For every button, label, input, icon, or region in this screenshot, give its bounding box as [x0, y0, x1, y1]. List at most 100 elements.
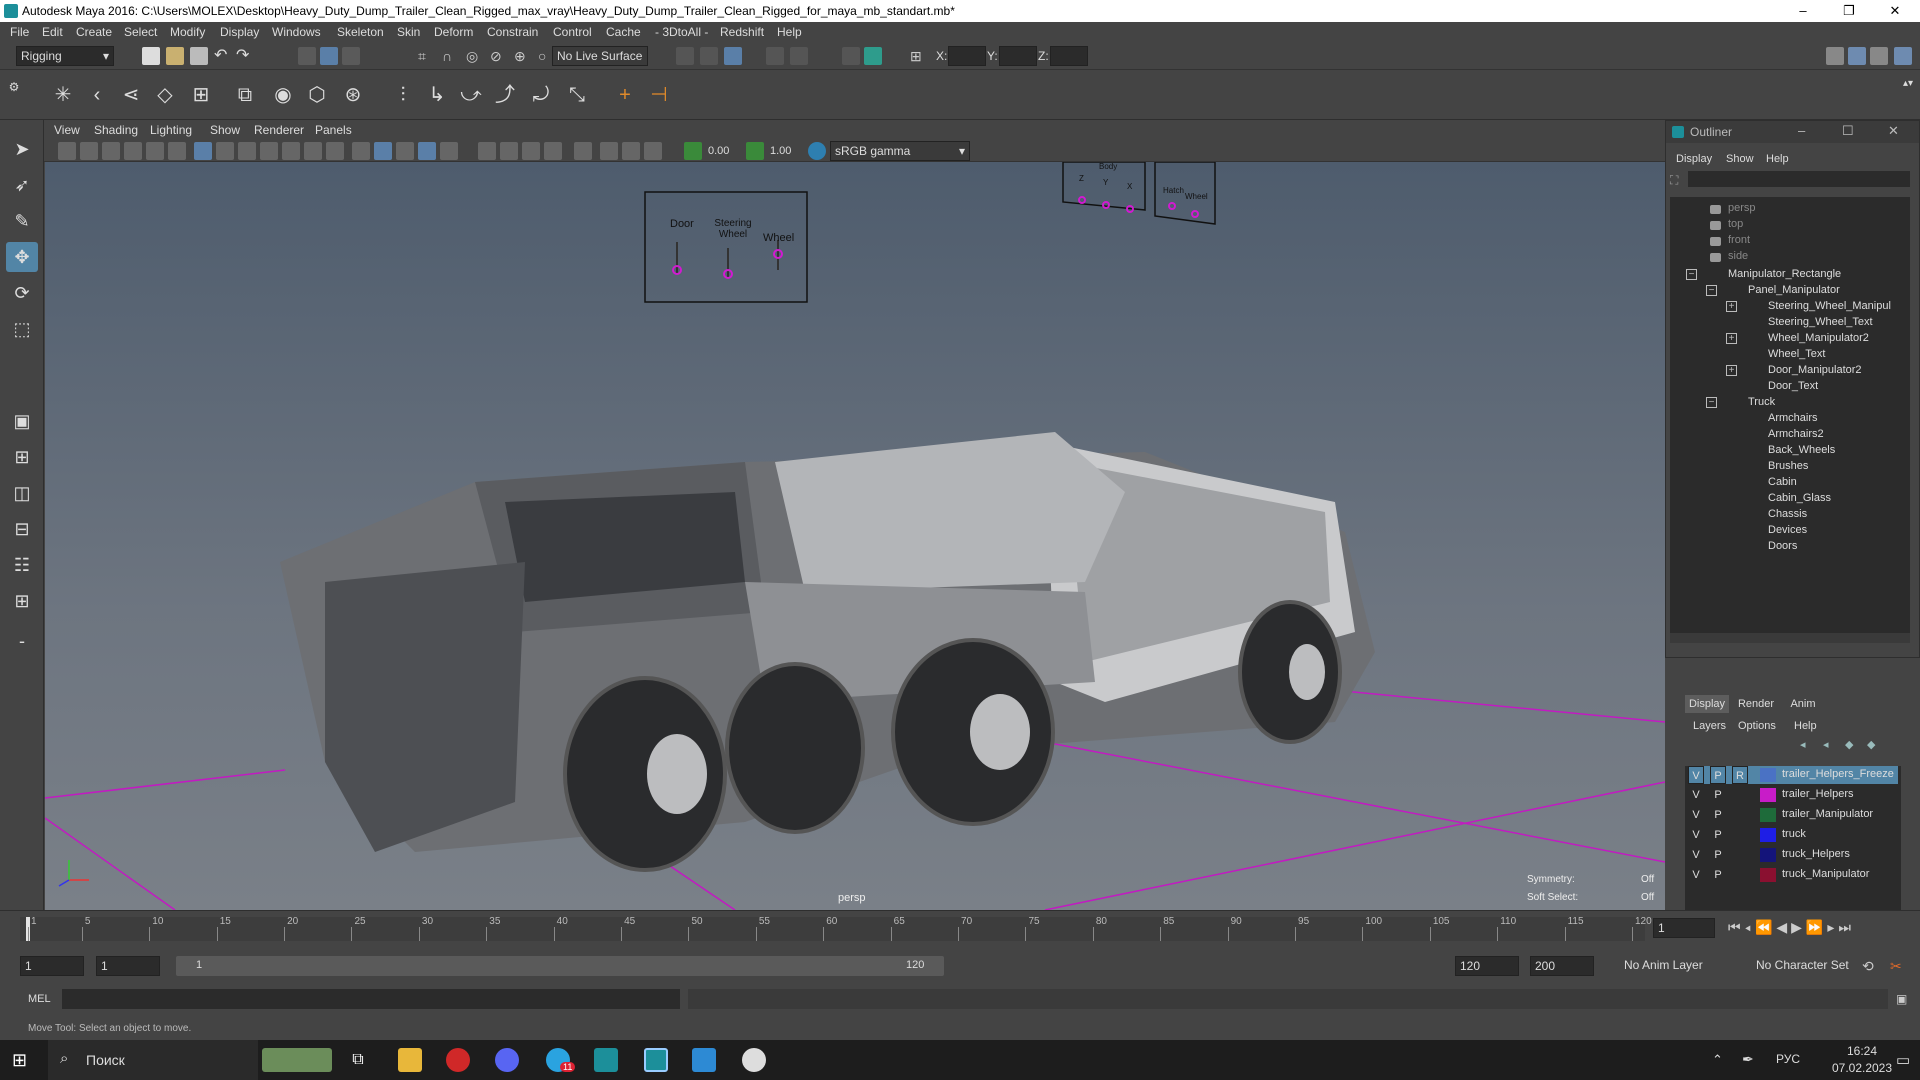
isolate-select-icon[interactable]: [574, 142, 592, 160]
layer-row[interactable]: V P truck_Manipulator: [1688, 866, 1898, 884]
collapse-icon[interactable]: −: [1706, 285, 1717, 296]
exposure-value[interactable]: 0.00: [708, 145, 729, 157]
tab-display[interactable]: Display: [1685, 695, 1729, 713]
cluster-icon[interactable]: ⊞: [186, 78, 216, 112]
snap-point-icon[interactable]: ◎: [466, 47, 484, 65]
snap-view-icon[interactable]: ⊘: [490, 47, 508, 65]
layer-color-swatch[interactable]: [1760, 768, 1776, 782]
layer-row[interactable]: V P trailer_Manipulator: [1688, 806, 1898, 824]
ik-handle-icon[interactable]: ‹: [82, 78, 112, 112]
discord-icon[interactable]: [495, 1048, 519, 1072]
character-set-dropdown[interactable]: No Character Set: [1752, 956, 1862, 976]
vp-menu-show[interactable]: Show: [210, 123, 240, 137]
point-constraint-icon[interactable]: ⤻: [456, 78, 486, 112]
hypershade-icon[interactable]: [790, 47, 808, 65]
z-field[interactable]: [1050, 46, 1088, 66]
aim-constraint-icon[interactable]: ⤴: [490, 78, 520, 112]
layer-name[interactable]: trailer_Manipulator: [1782, 808, 1873, 820]
outliner-close-button[interactable]: ✕: [1888, 123, 1899, 139]
orient-constraint-icon[interactable]: ⤾: [526, 78, 556, 112]
gate-mask-icon[interactable]: [260, 142, 278, 160]
gamma-value[interactable]: 1.00: [770, 145, 791, 157]
command-language-label[interactable]: MEL: [28, 993, 51, 1005]
textured-icon[interactable]: [418, 142, 436, 160]
outliner-item-side[interactable]: side: [1728, 250, 1748, 262]
outliner-item-wheel-text[interactable]: Wheel_Text: [1768, 348, 1825, 360]
outliner-item-steering-wheel-text[interactable]: Steering_Wheel_Text: [1768, 316, 1873, 328]
opera-icon[interactable]: [446, 1048, 470, 1072]
render-frame-icon[interactable]: [700, 47, 718, 65]
outliner-horizontal-scrollbar[interactable]: [1670, 633, 1910, 643]
xray-joints-icon[interactable]: [622, 142, 640, 160]
outliner-item-cabin-glass[interactable]: Cabin_Glass: [1768, 492, 1831, 504]
script-editor-icon[interactable]: ▣: [1896, 990, 1914, 1008]
move-layer-up-icon[interactable]: ◂: [1800, 738, 1806, 751]
anti-aliasing-icon[interactable]: [544, 142, 562, 160]
vp-menu-lighting[interactable]: Lighting: [150, 123, 192, 137]
outliner-item-panel-manipulator[interactable]: Panel_Manipulator: [1748, 284, 1840, 296]
save-scene-icon[interactable]: [190, 47, 208, 65]
gamma-icon[interactable]: [746, 142, 764, 160]
end-time-field[interactable]: 200: [1530, 956, 1594, 976]
modeling-toolkit-icon[interactable]: [1826, 47, 1844, 65]
layers-menu-options[interactable]: Options: [1738, 720, 1776, 732]
menu-create[interactable]: Create: [76, 25, 112, 39]
color-space-dropdown[interactable]: sRGB gamma ▾: [830, 141, 970, 161]
lattice-icon[interactable]: ⧉: [230, 78, 260, 112]
select-object-icon[interactable]: [320, 47, 338, 65]
layers-menu-help[interactable]: Help: [1794, 720, 1817, 732]
transform-mode-icon[interactable]: ⊞: [910, 47, 928, 65]
safe-action-icon[interactable]: [304, 142, 322, 160]
outliner-menu-display[interactable]: Display: [1676, 153, 1712, 165]
color-management-icon[interactable]: [808, 142, 826, 160]
tray-chevron-icon[interactable]: ⌃: [1712, 1052, 1723, 1068]
smooth-bind-icon[interactable]: ↳: [422, 78, 452, 112]
single-pane-layout-icon[interactable]: ▣: [6, 406, 38, 436]
joint-tool-icon[interactable]: ✳: [48, 78, 78, 112]
safe-title-icon[interactable]: [326, 142, 344, 160]
x-field[interactable]: [948, 46, 986, 66]
windows-start-icon[interactable]: ⊞: [12, 1050, 27, 1071]
use-lights-icon[interactable]: [440, 142, 458, 160]
exposure-icon[interactable]: [684, 142, 702, 160]
filter-icon[interactable]: ⛶: [1670, 173, 1684, 187]
menu-3dtoall[interactable]: - 3DtoAll -: [655, 25, 708, 39]
layer-visibility-toggle[interactable]: V: [1688, 806, 1704, 824]
start-time-field[interactable]: 1: [20, 956, 84, 976]
layer-visibility-toggle[interactable]: V: [1688, 866, 1704, 884]
ipr-render-icon[interactable]: [724, 47, 742, 65]
outliner-search-field[interactable]: [1688, 171, 1910, 187]
photos-icon[interactable]: [692, 1048, 716, 1072]
shelf-menu-icon[interactable]: ⚙: [4, 78, 24, 112]
expand-icon[interactable]: +: [1726, 365, 1737, 376]
menu-modify[interactable]: Modify: [170, 25, 205, 39]
channel-box-icon[interactable]: [1894, 47, 1912, 65]
clock-date[interactable]: 07.02.2023: [1828, 1061, 1896, 1075]
layer-color-swatch[interactable]: [1760, 848, 1776, 862]
search-highlight-image[interactable]: [262, 1048, 332, 1072]
field-chart-icon[interactable]: [282, 142, 300, 160]
layer-color-swatch[interactable]: [1760, 868, 1776, 882]
xray-icon[interactable]: [600, 142, 618, 160]
render-view-icon[interactable]: [676, 47, 694, 65]
tool-settings-icon[interactable]: [1870, 47, 1888, 65]
side-by-side-layout-icon[interactable]: ◫: [6, 478, 38, 508]
layer-row[interactable]: V P truck: [1688, 826, 1898, 844]
layer-name[interactable]: trailer_Helpers: [1782, 788, 1854, 800]
outliner-item-back-wheels[interactable]: Back_Wheels: [1768, 444, 1835, 456]
outliner-item-armchairs[interactable]: Armchairs: [1768, 412, 1818, 424]
graph-layout-icon[interactable]: ⊞: [6, 586, 38, 616]
outliner-item-front[interactable]: front: [1728, 234, 1750, 246]
minimize-button[interactable]: –: [1780, 0, 1826, 22]
range-bar[interactable]: 1 120: [176, 956, 944, 976]
layer-playback-toggle[interactable]: P: [1710, 846, 1726, 864]
grid-toggle-icon[interactable]: [194, 142, 212, 160]
maya-active-taskbar-icon[interactable]: [644, 1048, 668, 1072]
ambient-occlusion-icon[interactable]: [500, 142, 518, 160]
time-slider[interactable]: 1 5 10 15 20 25 30 35 40 45 50 55 60 65 70 75 80 85 90 95 10…: [0, 910, 1920, 945]
layer-color-swatch[interactable]: [1760, 808, 1776, 822]
open-scene-icon[interactable]: [166, 47, 184, 65]
layer-color-swatch[interactable]: [1760, 828, 1776, 842]
playback-controls[interactable]: ⏮◂⏪◀▶⏩▸⏭: [1728, 919, 1855, 936]
pen-icon[interactable]: ✒: [1742, 1051, 1754, 1068]
